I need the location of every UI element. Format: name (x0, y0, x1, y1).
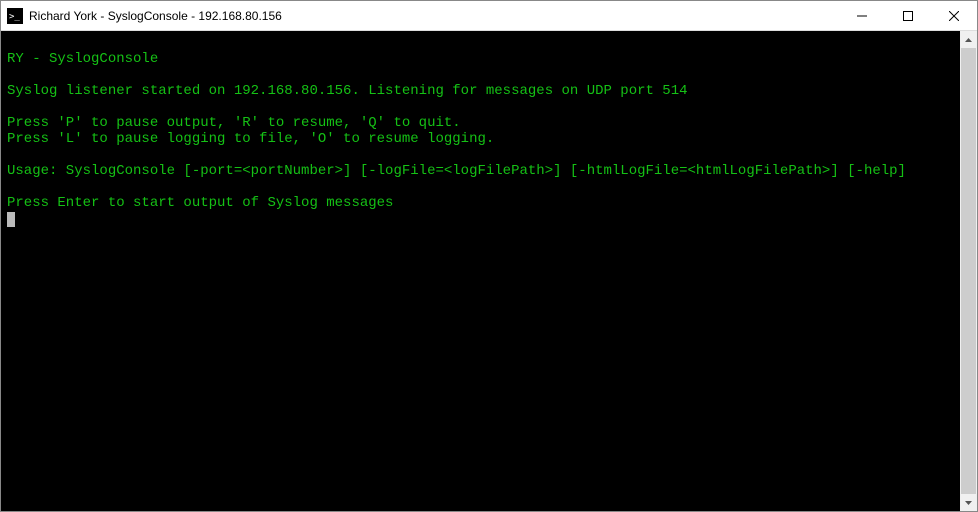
console-line (7, 179, 954, 195)
window-controls (839, 1, 977, 30)
scroll-thumb[interactable] (961, 48, 976, 494)
scroll-down-arrow[interactable] (960, 494, 977, 511)
minimize-button[interactable] (839, 1, 885, 30)
console-line (7, 35, 954, 51)
vertical-scrollbar[interactable] (960, 31, 977, 511)
scroll-track[interactable] (960, 48, 977, 494)
text-cursor (7, 212, 15, 227)
svg-text:>_: >_ (9, 12, 20, 21)
console-output[interactable]: RY - SyslogConsole Syslog listener starte… (1, 31, 960, 511)
console-line: RY - SyslogConsole (7, 51, 954, 67)
console-cursor-line (7, 211, 954, 227)
console-line: Press 'P' to pause output, 'R' to resume… (7, 115, 954, 131)
window-titlebar: >_ Richard York - SyslogConsole - 192.16… (1, 1, 977, 31)
close-button[interactable] (931, 1, 977, 30)
console-line (7, 67, 954, 83)
window-title: Richard York - SyslogConsole - 192.168.8… (29, 9, 839, 23)
console-line: Usage: SyslogConsole [-port=<portNumber>… (7, 163, 954, 179)
console-line: Syslog listener started on 192.168.80.15… (7, 83, 954, 99)
scroll-up-arrow[interactable] (960, 31, 977, 48)
console-line: Press Enter to start output of Syslog me… (7, 195, 954, 211)
console-line: Press 'L' to pause logging to file, 'O' … (7, 131, 954, 147)
maximize-button[interactable] (885, 1, 931, 30)
console-line (7, 99, 954, 115)
console-area: RY - SyslogConsole Syslog listener starte… (1, 31, 977, 511)
app-icon: >_ (7, 8, 23, 24)
console-line (7, 147, 954, 163)
